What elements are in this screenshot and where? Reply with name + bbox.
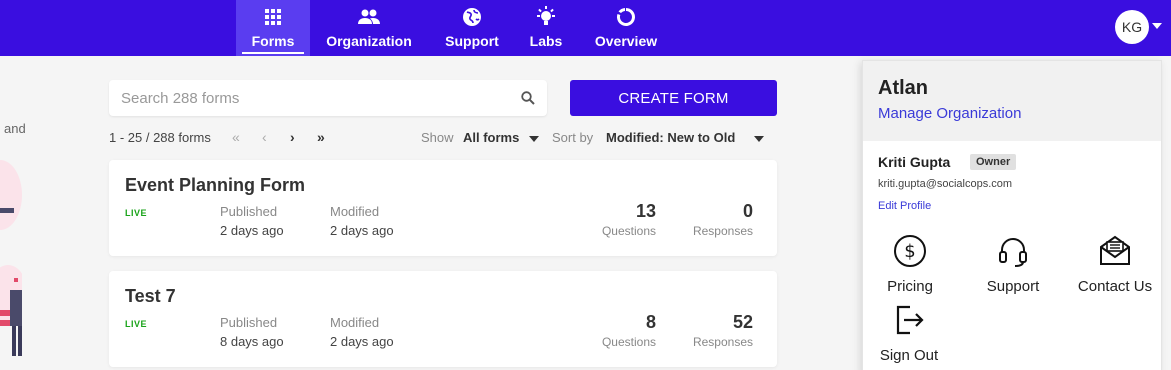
- manage-organization-link[interactable]: Manage Organization: [878, 105, 1021, 122]
- form-title[interactable]: Event Planning Form: [125, 175, 305, 196]
- sort-label: Sort by: [552, 130, 594, 145]
- edit-profile-link[interactable]: Edit Profile: [878, 200, 931, 212]
- published-label: Published: [220, 204, 278, 219]
- last-page-button[interactable]: »: [317, 129, 325, 145]
- sign-out-icon: [892, 303, 926, 342]
- contact-us-button[interactable]: Contact Us: [1073, 234, 1157, 295]
- nav-label: Organization: [326, 33, 412, 49]
- nav-forms[interactable]: Forms: [236, 0, 310, 56]
- account-dropdown: Atlan Manage Organization Kriti Gupta Ow…: [862, 60, 1162, 370]
- org-header: [863, 61, 1161, 141]
- donut-icon: [616, 6, 636, 28]
- modified-label: Modified: [330, 204, 380, 219]
- role-badge: Owner: [970, 154, 1017, 170]
- people-icon: [358, 6, 380, 28]
- next-page-button[interactable]: ›: [290, 129, 295, 145]
- published-value: 2 days ago: [220, 223, 284, 238]
- modified-value: 2 days ago: [330, 334, 394, 349]
- nav-label: Forms: [251, 33, 295, 49]
- caret-down-icon[interactable]: [1152, 23, 1162, 29]
- nav-label: Support: [445, 33, 499, 49]
- form-card[interactable]: Event Planning Form LIVE Published 2 day…: [109, 160, 777, 256]
- responses-label: Responses: [692, 224, 753, 238]
- org-name: Atlan: [878, 77, 928, 99]
- top-nav-bar: Forms Organization Support Labs Overview…: [0, 0, 1171, 56]
- modified-value: 2 days ago: [330, 223, 394, 238]
- headset-icon: [996, 234, 1030, 273]
- envelope-icon: [1098, 234, 1132, 273]
- sign-out-button[interactable]: Sign Out: [875, 303, 943, 364]
- nav-label: Overview: [594, 33, 658, 49]
- responses-count: 52: [732, 312, 753, 332]
- pricing-button[interactable]: $ Pricing: [881, 234, 939, 295]
- show-filter-dropdown[interactable]: All forms: [463, 130, 519, 145]
- responses-count: 0: [742, 201, 753, 221]
- nav-label: Labs: [529, 33, 563, 49]
- lightbulb-icon: [535, 6, 557, 28]
- nav-labs[interactable]: Labs: [522, 0, 570, 56]
- support-button[interactable]: Support: [981, 234, 1045, 295]
- published-value: 8 days ago: [220, 334, 284, 349]
- illustration: [0, 150, 28, 370]
- nav-support[interactable]: Support: [436, 0, 508, 56]
- caret-down-icon[interactable]: [754, 136, 764, 142]
- pagination-summary: 1 - 25 / 288 forms: [109, 130, 211, 145]
- sign-out-label: Sign Out: [879, 347, 939, 364]
- search-input[interactable]: [109, 80, 499, 116]
- modified-label: Modified: [330, 315, 380, 330]
- support-label: Support: [986, 278, 1040, 295]
- create-form-button[interactable]: CREATE FORM: [570, 80, 777, 116]
- show-filter-label: Show: [421, 130, 454, 145]
- contact-us-label: Contact Us: [1077, 278, 1153, 295]
- prev-page-button[interactable]: ‹: [262, 129, 267, 145]
- partial-text: and: [4, 121, 26, 136]
- status-badge: LIVE: [125, 208, 148, 218]
- caret-down-icon[interactable]: [529, 136, 539, 142]
- questions-label: Questions: [601, 224, 656, 238]
- responses-label: Responses: [692, 335, 753, 349]
- pricing-label: Pricing: [887, 278, 933, 295]
- nav-organization[interactable]: Organization: [318, 0, 420, 56]
- sort-dropdown[interactable]: Modified: New to Old: [606, 130, 735, 145]
- dollar-icon: $: [893, 234, 927, 273]
- grid-icon: [265, 6, 281, 28]
- questions-label: Questions: [601, 335, 656, 349]
- form-title[interactable]: Test 7: [125, 286, 176, 307]
- search-icon[interactable]: [521, 91, 535, 110]
- svg-text:$: $: [904, 241, 915, 262]
- search-box: [109, 80, 547, 116]
- status-badge: LIVE: [125, 319, 148, 329]
- form-card[interactable]: Test 7 LIVE Published 8 days ago Modifie…: [109, 271, 777, 367]
- user-name: Kriti Gupta: [878, 154, 951, 170]
- questions-count: 8: [645, 312, 656, 332]
- first-page-button[interactable]: «: [232, 129, 240, 145]
- avatar[interactable]: KG: [1115, 10, 1149, 44]
- nav-overview[interactable]: Overview: [588, 0, 664, 56]
- questions-count: 13: [635, 201, 656, 221]
- user-email: kriti.gupta@socialcops.com: [878, 178, 1013, 190]
- published-label: Published: [220, 315, 278, 330]
- globe-icon: [462, 6, 482, 28]
